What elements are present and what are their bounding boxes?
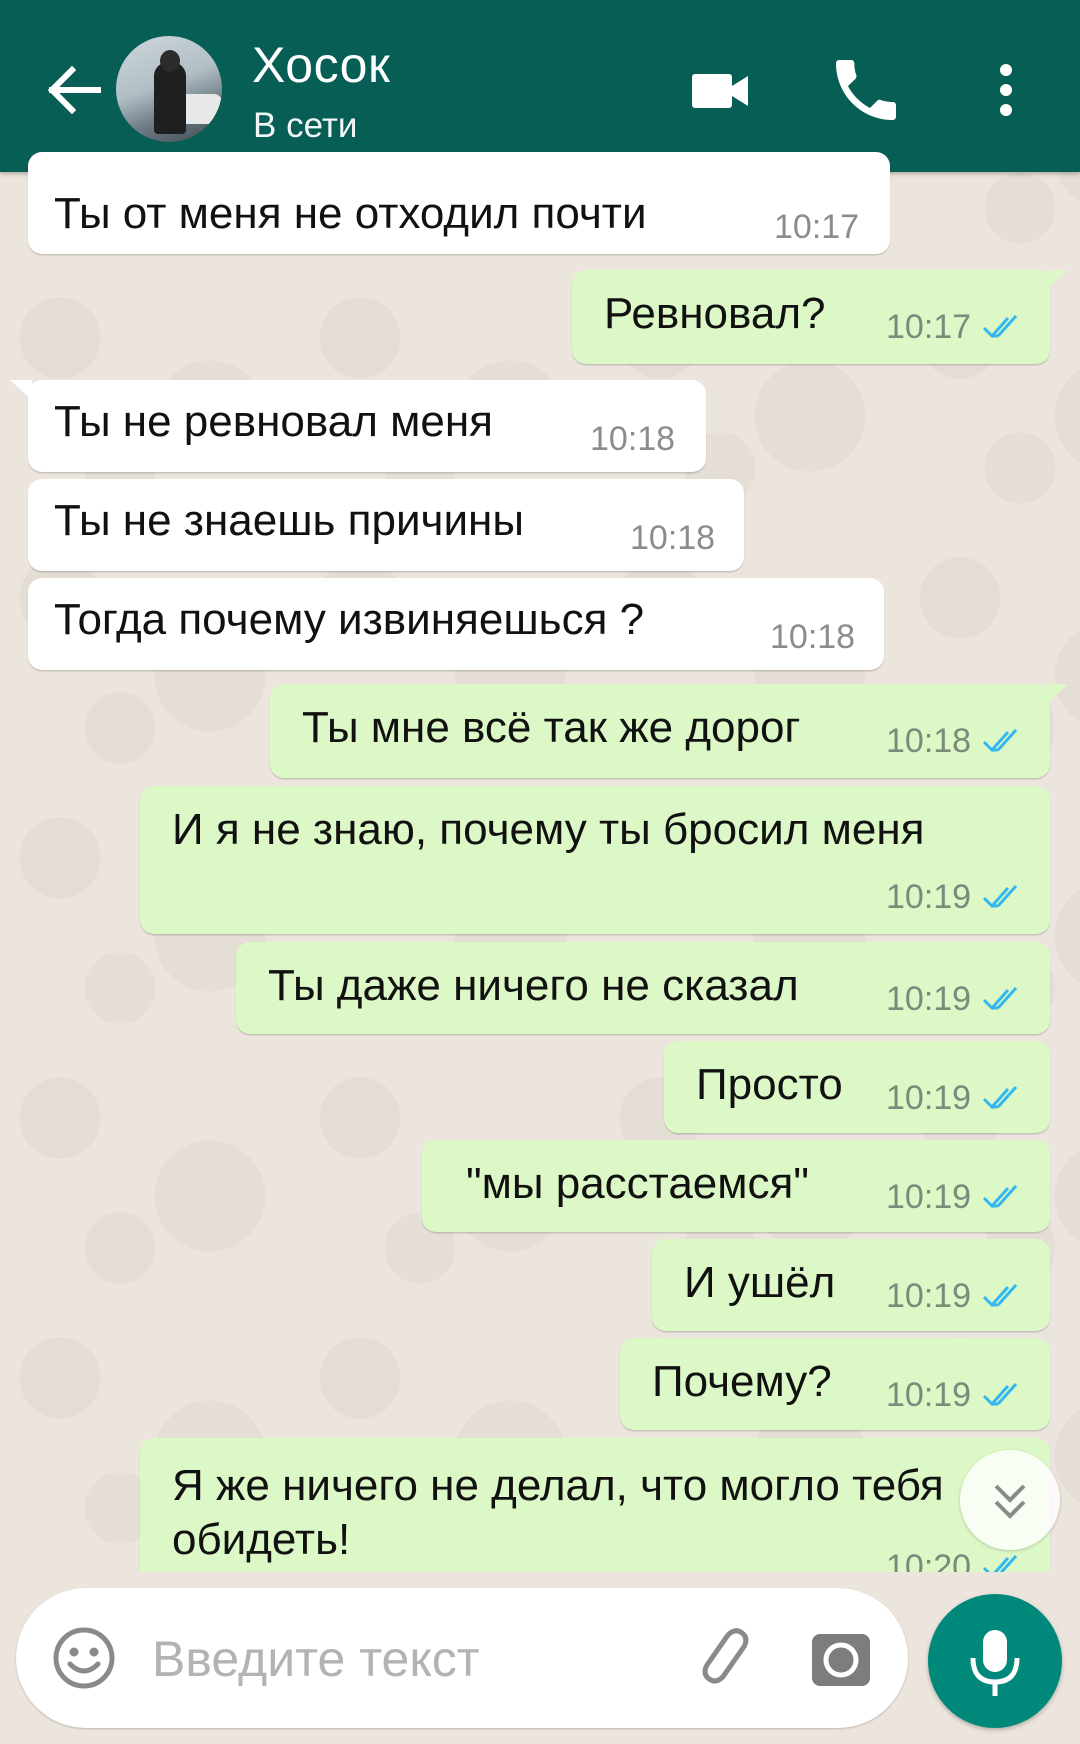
message-time: 10:18: [886, 722, 972, 760]
arrow-left-icon: [47, 65, 101, 115]
message-time: 10:19: [886, 1178, 972, 1216]
message-outgoing[interactable]: Ты мне всё так же дорог 10:18: [270, 684, 1068, 778]
camera-button[interactable]: [806, 1624, 876, 1694]
double-check-icon: [982, 884, 1018, 909]
message-incoming[interactable]: Ты не ревновал меня 10:18: [10, 380, 706, 472]
contact-avatar[interactable]: [116, 36, 222, 142]
double-check-icon: [982, 1382, 1018, 1407]
voice-call-button[interactable]: [826, 50, 906, 130]
message-outgoing[interactable]: Ты даже ничего не сказал 10:19: [236, 942, 1050, 1034]
message-text: Почему?: [652, 1357, 832, 1406]
message-text: Тогда почему извиняешься ?: [54, 595, 645, 644]
message-text-line-1: Я же ничего не делал, что могло тебя: [172, 1461, 944, 1510]
message-time: 10:17: [886, 308, 972, 346]
double-check-icon: [982, 728, 1018, 753]
double-check-icon: [982, 1184, 1018, 1209]
message-time: 10:19: [886, 980, 972, 1018]
message-time: 10:19: [886, 1079, 972, 1117]
message-incoming[interactable]: Ты не знаешь причины 10:18: [28, 479, 744, 571]
message-text: Ты даже ничего не сказал: [268, 961, 799, 1010]
message-text: "мы расстаемся": [466, 1159, 809, 1208]
message-incoming[interactable]: Ты от меня не отходил почти 10:17: [28, 152, 890, 254]
message-text: Ревновал?: [604, 289, 826, 338]
double-check-icon: [982, 986, 1018, 1011]
message-text-line-2: обидеть!: [172, 1515, 351, 1564]
message-time: 10:18: [630, 519, 716, 557]
double-chevron-down-icon: [994, 1484, 1026, 1519]
smiley-icon: [53, 1627, 115, 1689]
message-text: Ты от меня не отходил почти: [54, 189, 647, 238]
message-input[interactable]: [150, 1618, 674, 1700]
more-vertical-icon: [1000, 64, 1012, 116]
message-text: И я не знаю, почему ты бросил меня: [172, 805, 925, 854]
message-outgoing[interactable]: Почему? 10:19: [620, 1338, 1050, 1430]
paperclip-icon: [702, 1628, 749, 1684]
message-time: 10:18: [590, 420, 676, 458]
phone-icon: [836, 60, 896, 120]
back-button[interactable]: [36, 50, 116, 130]
message-time: 10:17: [774, 208, 860, 246]
attach-button[interactable]: [688, 1622, 762, 1696]
message-incoming[interactable]: Тогда почему извиняешься ? 10:18: [28, 578, 884, 670]
message-time: 10:18: [770, 618, 856, 656]
message-text: Ты не ревновал меня: [54, 397, 493, 446]
video-camera-icon: [692, 74, 748, 108]
message-outgoing[interactable]: Просто 10:19: [664, 1041, 1050, 1133]
chat-header: Хосок В сети: [0, 0, 1080, 172]
camera-icon: [812, 1634, 870, 1686]
message-time: 10:19: [886, 1277, 972, 1315]
emoji-button[interactable]: [50, 1624, 118, 1692]
voice-message-button[interactable]: [928, 1594, 1062, 1728]
message-outgoing[interactable]: Ревновал? 10:17: [572, 270, 1068, 364]
message-outgoing[interactable]: И ушёл 10:19: [652, 1239, 1050, 1331]
message-text: И ушёл: [684, 1258, 836, 1307]
message-outgoing[interactable]: И я не знаю, почему ты бросил меня 10:19: [140, 786, 1050, 934]
double-check-icon: [982, 314, 1018, 339]
message-time: 10:19: [886, 1376, 972, 1414]
contact-name[interactable]: Хосок: [252, 36, 390, 94]
more-options-button[interactable]: [966, 50, 1046, 130]
scroll-to-bottom-button[interactable]: [960, 1450, 1060, 1550]
message-list[interactable]: Ты от меня не отходил почти 10:17 Ревнов…: [0, 152, 1080, 1608]
double-check-icon: [982, 1283, 1018, 1308]
microphone-icon: [970, 1630, 1020, 1696]
message-time: 10:19: [886, 878, 972, 916]
contact-status: В сети: [253, 106, 358, 145]
message-outgoing[interactable]: "мы расстаемся" 10:19: [422, 1140, 1050, 1232]
double-check-icon: [982, 1085, 1018, 1110]
message-composer: [16, 1588, 908, 1728]
message-text: Ты мне всё так же дорог: [302, 703, 801, 752]
video-call-button[interactable]: [680, 50, 760, 130]
message-text: Ты не знаешь причины: [54, 496, 524, 545]
message-text: Просто: [696, 1060, 843, 1109]
